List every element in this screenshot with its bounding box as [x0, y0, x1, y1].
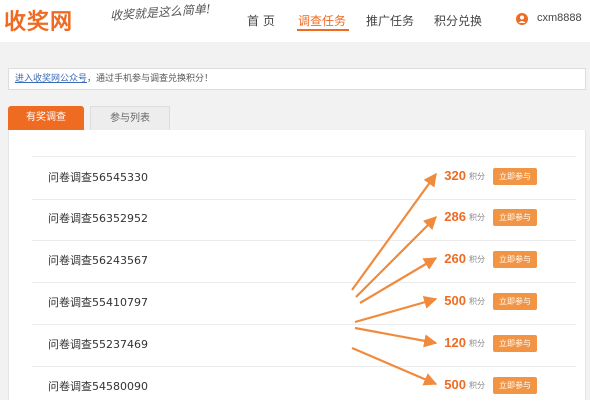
arrow-to-row-5 [354, 326, 438, 348]
arrow-to-row-1 [351, 172, 437, 291]
annotation-arrows [351, 172, 438, 386]
arrow-to-row-4 [354, 295, 438, 324]
arrow-to-row-6 [351, 346, 438, 386]
